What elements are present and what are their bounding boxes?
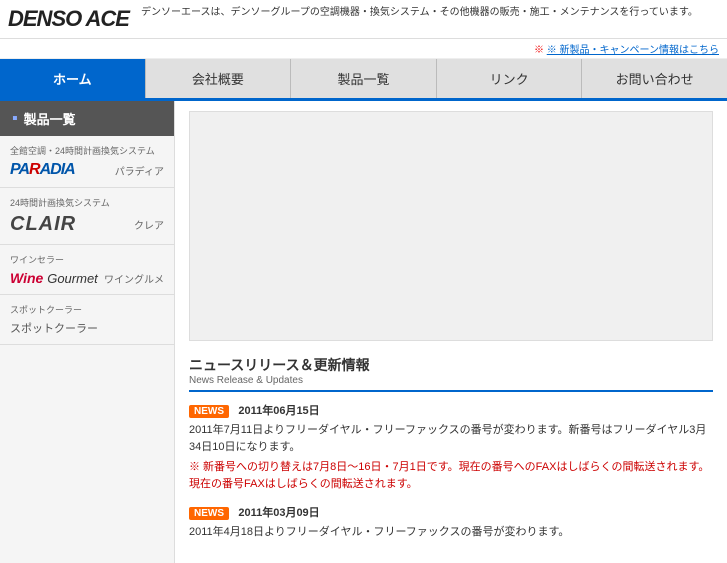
nav-links[interactable]: リンク <box>437 59 583 98</box>
news-header: ニュースリリース＆更新情報 News Release & Updates <box>189 355 713 392</box>
nav-products-label: 製品一覧 <box>337 72 389 87</box>
main-nav: ホーム 会社概要 製品一覧 リンク お問い合わせ <box>0 59 727 101</box>
sidebar-spot-product[interactable]: スポットクーラー <box>10 320 164 336</box>
sidebar-paradia-product[interactable]: PARADIA パラディア <box>10 161 164 179</box>
nav-company[interactable]: 会社概要 <box>146 59 292 98</box>
news-title-en: News Release & Updates <box>189 375 713 386</box>
sidebar-wine-title: ワインセラー <box>10 253 164 266</box>
sidebar-wine-product[interactable]: Wine Gourmet ワイングルメ <box>10 270 164 286</box>
nav-company-label: 会社概要 <box>192 72 244 87</box>
nav-links-label: リンク <box>490 72 529 87</box>
page-header: DENSO ACE デンソーエースは、デンソーグループの空調機器・換気システム・… <box>0 0 727 39</box>
sidebar-paradia-section: 全館空調・24時間計画換気システム PARADIA パラディア <box>0 136 174 188</box>
banner-area <box>189 111 713 341</box>
sidebar: ▪ 製品一覧 全館空調・24時間計画換気システム PARADIA パラディア 2… <box>0 101 175 563</box>
sidebar-spot-title: スポットクーラー <box>10 303 164 316</box>
news-item-2: NEWS 2011年03月09日 2011年4月18日よりフリーダイヤル・フリー… <box>189 504 713 541</box>
nav-contact[interactable]: お問い合わせ <box>582 59 727 98</box>
news-date-2: 2011年03月09日 <box>238 507 319 519</box>
news-date-1: 2011年06月15日 <box>238 405 319 417</box>
news-item-1: NEWS 2011年06月15日 2011年7月11日よりフリーダイヤル・フリー… <box>189 402 713 492</box>
notice-link[interactable]: ※ 新製品・キャンペーン情報はこちら <box>547 45 719 56</box>
main-content: ニュースリリース＆更新情報 News Release & Updates NEW… <box>175 101 727 563</box>
sidebar-clair-section: 24時間計画換気システム CLAIR クレア <box>0 188 174 245</box>
sidebar-header: ▪ 製品一覧 <box>0 101 174 136</box>
notice-asterisk: ※ <box>534 45 544 56</box>
sidebar-spot-section: スポットクーラー スポットクーラー <box>0 295 174 345</box>
nav-home[interactable]: ホーム <box>0 59 146 98</box>
wine-name: ワイングルメ <box>104 271 164 286</box>
notice-bar: ※ ※ 新製品・キャンペーン情報はこちら <box>0 39 727 59</box>
paradia-logo: PARADIA <box>10 161 111 179</box>
site-logo: DENSO ACE <box>8 6 129 32</box>
wine-logo: Wine Gourmet <box>10 270 100 286</box>
news-note-1: ※ 新番号への切り替えは7月8日〜16日・7月1日です。現在の番号へのFAXはし… <box>189 459 713 492</box>
news-item-2-header: NEWS 2011年03月09日 <box>189 504 713 520</box>
sidebar-title: 製品一覧 <box>24 109 76 128</box>
sidebar-wine-section: ワインセラー Wine Gourmet ワイングルメ <box>0 245 174 295</box>
main-layout: ▪ 製品一覧 全館空調・24時間計画換気システム PARADIA パラディア 2… <box>0 101 727 563</box>
nav-contact-label: お問い合わせ <box>616 72 694 87</box>
news-title-jp: ニュースリリース＆更新情報 <box>189 355 713 375</box>
clair-logo: CLAIR <box>10 213 130 236</box>
news-badge-1: NEWS <box>189 405 229 418</box>
sidebar-bullet: ▪ <box>12 110 18 128</box>
clair-name: クレア <box>134 217 164 232</box>
sidebar-clair-product[interactable]: CLAIR クレア <box>10 213 164 236</box>
sidebar-clair-title: 24時間計画換気システム <box>10 196 164 209</box>
sidebar-paradia-title: 全館空調・24時間計画換気システム <box>10 144 164 157</box>
news-body-1: 2011年7月11日よりフリーダイヤル・フリーファックスの番号が変わります。新番… <box>189 422 713 455</box>
spot-logo: スポットクーラー <box>10 320 164 336</box>
news-section: ニュースリリース＆更新情報 News Release & Updates NEW… <box>189 355 713 541</box>
news-body-2: 2011年4月18日よりフリーダイヤル・フリーファックスの番号が変わります。 <box>189 524 713 541</box>
news-item-1-header: NEWS 2011年06月15日 <box>189 402 713 418</box>
header-description: デンソーエースは、デンソーグループの空調機器・換気システム・その他機器の販売・施… <box>141 6 719 20</box>
nav-products[interactable]: 製品一覧 <box>291 59 437 98</box>
news-badge-2: NEWS <box>189 507 229 520</box>
nav-home-label: ホーム <box>53 72 92 87</box>
paradia-name: パラディア <box>115 163 164 178</box>
